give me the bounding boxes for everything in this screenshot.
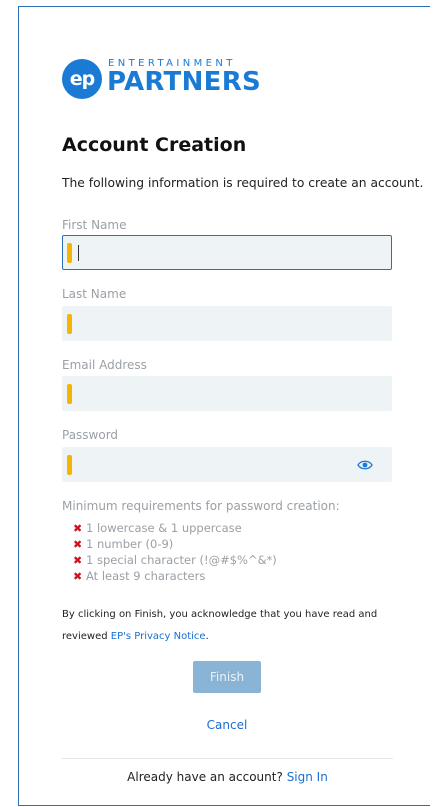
- required-marker: [67, 314, 72, 334]
- cross-icon: ✖: [73, 521, 83, 535]
- page-subtitle: The following information is required to…: [62, 176, 424, 190]
- requirement-text: 1 number (0-9): [86, 537, 174, 551]
- requirement-text: 1 lowercase & 1 uppercase: [86, 521, 242, 535]
- divider: [62, 758, 393, 759]
- privacy-text: By clicking on Finish, you acknowledge t…: [62, 609, 378, 642]
- password-input[interactable]: [75, 448, 365, 481]
- ep-logo: ep ENTERTAINMENT PARTNERS: [62, 55, 282, 99]
- sign-in-link[interactable]: Sign In: [287, 770, 328, 784]
- email-field[interactable]: [62, 376, 392, 411]
- requirement-item: ✖ At least 9 characters: [73, 568, 277, 584]
- page-title: Account Creation: [62, 134, 247, 156]
- first-name-label: First Name: [62, 218, 127, 232]
- last-name-field[interactable]: [62, 306, 392, 341]
- requirement-text: At least 9 characters: [86, 569, 206, 583]
- password-requirements-list: ✖ 1 lowercase & 1 uppercase ✖ 1 number (…: [73, 520, 277, 584]
- first-name-input[interactable]: [75, 236, 365, 269]
- password-requirements-title: Minimum requirements for password creati…: [62, 499, 340, 513]
- password-label: Password: [62, 428, 119, 442]
- requirement-item: ✖ 1 special character (!@#$%^&*): [73, 552, 277, 568]
- email-label: Email Address: [62, 358, 147, 372]
- finish-button[interactable]: Finish: [193, 661, 261, 693]
- password-field[interactable]: [62, 447, 392, 482]
- cross-icon: ✖: [73, 537, 83, 551]
- eye-icon[interactable]: [357, 458, 373, 472]
- requirement-item: ✖ 1 lowercase & 1 uppercase: [73, 520, 277, 536]
- logo-main-text: PARTNERS: [107, 67, 262, 97]
- privacy-notice-link[interactable]: EP's Privacy Notice: [111, 631, 206, 642]
- email-input[interactable]: [75, 377, 365, 410]
- logo-badge: ep: [62, 59, 102, 99]
- cross-icon: ✖: [73, 569, 83, 583]
- privacy-acknowledgement: By clicking on Finish, you acknowledge t…: [62, 604, 402, 648]
- required-marker: [67, 455, 72, 475]
- privacy-suffix: .: [205, 631, 209, 642]
- cross-icon: ✖: [73, 553, 83, 567]
- text-caret: [78, 245, 79, 261]
- last-name-input[interactable]: [75, 307, 365, 340]
- required-marker: [67, 243, 72, 263]
- requirement-text: 1 special character (!@#$%^&*): [86, 553, 277, 567]
- signin-prompt-text: Already have an account?: [127, 770, 283, 784]
- requirement-item: ✖ 1 number (0-9): [73, 536, 277, 552]
- cancel-link[interactable]: Cancel: [180, 718, 274, 732]
- required-marker: [67, 384, 72, 404]
- signin-prompt: Already have an account? Sign In: [62, 770, 393, 784]
- first-name-field[interactable]: [62, 235, 392, 270]
- last-name-label: Last Name: [62, 287, 127, 301]
